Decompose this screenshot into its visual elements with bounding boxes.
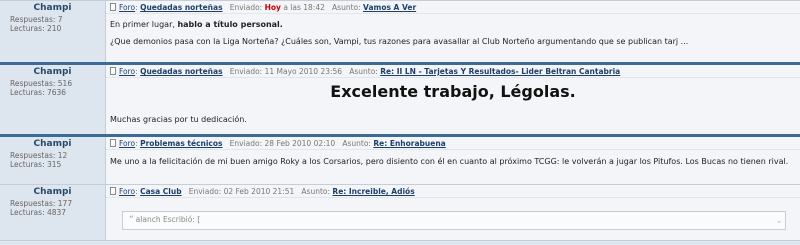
forum-label-link[interactable]: Foro	[119, 3, 135, 12]
replies-count: Respuestas: 7	[10, 15, 63, 24]
post-meta: Foro: Casa Club Enviado: 02 Feb 2010 21:…	[106, 185, 800, 198]
reads-count: Lecturas: 7636	[10, 88, 67, 97]
quote-box: “alanch Escribió: [ ”	[122, 211, 786, 230]
user-panel: Champi Respuestas: 12 Lecturas: 315	[0, 137, 106, 184]
replies-count: Respuestas: 12	[10, 151, 68, 160]
body-text-2: ¿Que demonios pasa con la Liga Norteña? …	[110, 37, 689, 46]
post-content: Foro: Quedadas norteñas Enviado: 11 Mayo…	[106, 65, 800, 134]
sent-today: Hoy	[264, 3, 281, 12]
forum-label-link[interactable]: Foro	[119, 139, 135, 148]
post-meta: Foro: Quedadas norteñas Enviado: 11 Mayo…	[106, 65, 800, 78]
forum-link[interactable]: Problemas técnicos	[140, 139, 222, 148]
forum-label-link[interactable]: Foro	[119, 67, 135, 76]
body-text: En primer lugar,	[110, 20, 178, 29]
post-2: Champi Respuestas: 516 Lecturas: 7636 Fo…	[0, 62, 800, 134]
open-quote-icon: “	[129, 215, 134, 225]
subject-link[interactable]: Re: Enhorabuena	[373, 139, 445, 148]
subject-link[interactable]: Re: II LN - Tarjetas Y Resultados- Lider…	[380, 67, 620, 76]
sent-info: Enviado: 28 Feb 2010 02:10	[229, 139, 336, 148]
user-panel: Champi Respuestas: 177 Lecturas: 4837	[0, 185, 106, 240]
page-bottom-border	[0, 240, 800, 245]
subject-label: Asunto:	[349, 67, 378, 76]
post-body: En primer lugar, hablo a título personal…	[106, 19, 800, 47]
document-icon	[110, 3, 116, 11]
username-link[interactable]: Champi	[10, 139, 105, 149]
body-bold-text: hablo a título personal.	[177, 20, 283, 29]
post-content: Foro: Quedadas norteñas Enviado: Hoy a l…	[106, 1, 800, 62]
forum-link[interactable]: Casa Club	[140, 187, 181, 196]
document-icon	[110, 139, 116, 147]
user-panel: Champi Respuestas: 7 Lecturas: 210	[0, 1, 106, 62]
forum-link[interactable]: Quedadas norteñas	[140, 3, 222, 12]
headline-text: Excelente trabajo, Légolas.	[330, 82, 576, 101]
subject-link[interactable]: Re: Increible, Adiós	[332, 187, 414, 196]
subject-link[interactable]: Vamos A Ver	[363, 3, 416, 12]
sent-time: a las 18:42	[283, 3, 325, 12]
post-content: Foro: Problemas técnicos Enviado: 28 Feb…	[106, 137, 800, 184]
sent-info: Enviado: 11 Mayo 2010 23:56	[229, 67, 343, 76]
sent-info: Enviado: 02 Feb 2010 21:51	[188, 187, 295, 196]
post-4: Champi Respuestas: 177 Lecturas: 4837 Fo…	[0, 184, 800, 240]
reads-count: Lecturas: 4837	[10, 208, 67, 217]
body-text: Muchas gracias por tu dedicación.	[110, 115, 247, 124]
username-link[interactable]: Champi	[10, 3, 105, 13]
post-1: Champi Respuestas: 7 Lecturas: 210 Foro:…	[0, 0, 800, 62]
body-text: Me uno a la felicitación de mi buen amig…	[110, 157, 789, 166]
user-panel: Champi Respuestas: 516 Lecturas: 7636	[0, 65, 106, 134]
post-meta: Foro: Quedadas norteñas Enviado: Hoy a l…	[106, 1, 800, 14]
reads-count: Lecturas: 210	[10, 24, 62, 33]
post-content: Foro: Casa Club Enviado: 02 Feb 2010 21:…	[106, 185, 800, 240]
post-3: Champi Respuestas: 12 Lecturas: 315 Foro…	[0, 134, 800, 184]
subject-label: Asunto:	[332, 3, 361, 12]
post-body: Excelente trabajo, Légolas. Muchas graci…	[106, 82, 800, 125]
post-meta: Foro: Problemas técnicos Enviado: 28 Feb…	[106, 137, 800, 150]
sent-label: Enviado:	[229, 3, 263, 12]
reads-count: Lecturas: 315	[10, 160, 62, 169]
quote-text: alanch Escribió: [	[135, 215, 201, 224]
replies-count: Respuestas: 177	[10, 199, 73, 208]
subject-label: Asunto:	[301, 187, 331, 196]
post-body: Me uno a la felicitación de mi buen amig…	[106, 156, 800, 167]
replies-count: Respuestas: 516	[10, 79, 73, 88]
forum-link[interactable]: Quedadas norteñas	[140, 67, 222, 76]
document-icon	[110, 187, 116, 195]
forum-label-link[interactable]: Foro	[119, 187, 135, 196]
document-icon	[110, 67, 116, 75]
close-quote-icon: ”	[777, 220, 781, 228]
subject-label: Asunto:	[342, 139, 371, 148]
username-link[interactable]: Champi	[10, 67, 105, 77]
username-link[interactable]: Champi	[10, 187, 105, 197]
